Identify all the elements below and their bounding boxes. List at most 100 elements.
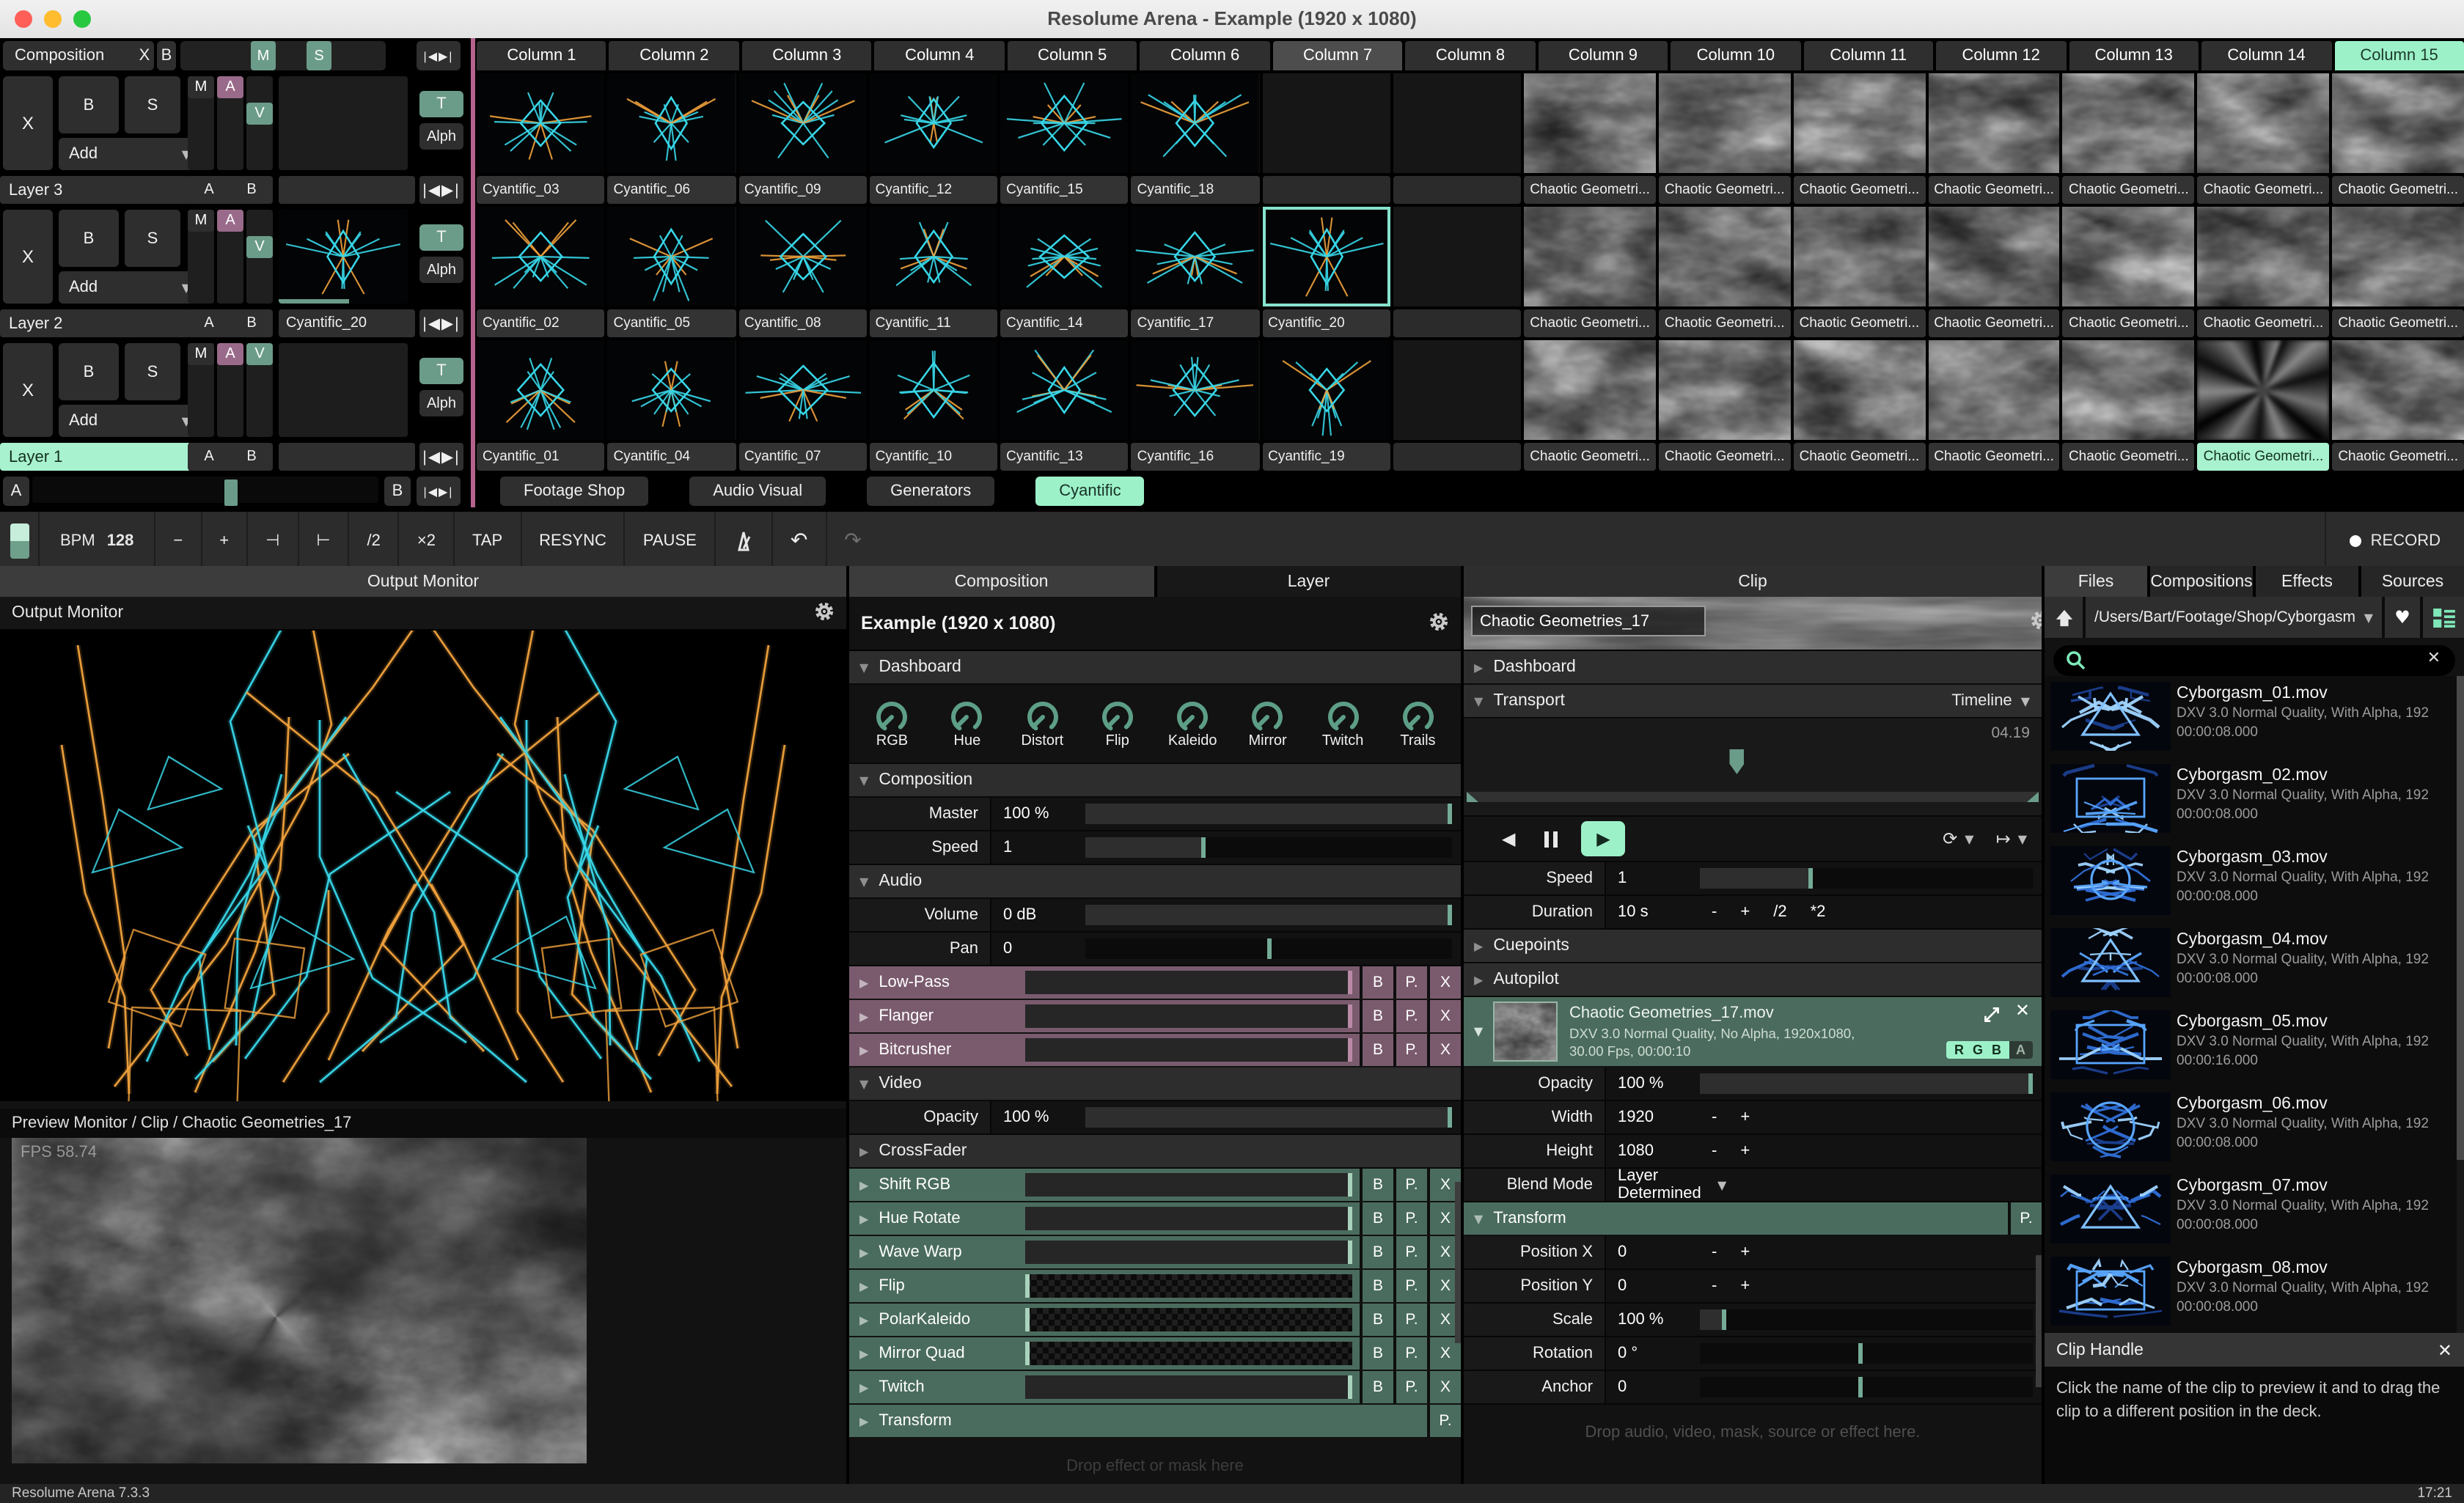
- clip-cell[interactable]: Cyantific_17: [1131, 207, 1260, 337]
- effect-bypass-button[interactable]: B: [1363, 1000, 1393, 1032]
- clip-thumbnail[interactable]: [1928, 340, 2060, 440]
- stepper-button[interactable]: +: [1740, 1109, 1750, 1126]
- layer-skip-buttons[interactable]: |◀▶|: [419, 443, 463, 471]
- tap-tempo-button[interactable]: TAP: [453, 512, 520, 569]
- clip-thumbnail[interactable]: [607, 207, 736, 306]
- composition-bypass-button[interactable]: B: [157, 41, 176, 70]
- slider-handle[interactable]: [1448, 1107, 1452, 1128]
- beat-nudge-up-button[interactable]: ⊢: [297, 512, 348, 569]
- slider-handle[interactable]: [1025, 1342, 1030, 1365]
- slider-handle[interactable]: [1348, 1038, 1352, 1062]
- clip-cell[interactable]: Chaotic Geometri...: [1658, 73, 1791, 204]
- effect-preset-button[interactable]: P.: [1396, 1304, 1427, 1336]
- clip-label[interactable]: Cyantific_08: [738, 309, 867, 337]
- stepper-button[interactable]: -: [1712, 903, 1717, 921]
- layer-clear-button[interactable]: X: [3, 210, 53, 304]
- clip-cell[interactable]: Cyantific_19: [1262, 340, 1390, 471]
- slider-handle[interactable]: [1858, 1377, 1863, 1397]
- clip-label[interactable]: Chaotic Geometri...: [2197, 443, 2330, 471]
- clip-thumbnail[interactable]: [2062, 73, 2195, 173]
- layer-bypass-button[interactable]: B: [59, 210, 119, 267]
- param-value[interactable]: 0: [991, 933, 1085, 965]
- column-header[interactable]: Column 13: [2069, 41, 2199, 70]
- slider-handle[interactable]: [2028, 1073, 2033, 1094]
- effect-bypass-button[interactable]: B: [1363, 1371, 1393, 1403]
- clip-thumbnail[interactable]: [2197, 207, 2330, 306]
- clip-cell[interactable]: Chaotic Geometri...: [1928, 207, 2060, 337]
- layer-transition-toggle[interactable]: T: [419, 91, 463, 117]
- clip-label[interactable]: Cyantific_04: [607, 443, 736, 471]
- stepper-button[interactable]: +: [1740, 1277, 1750, 1295]
- clip-thumbnail[interactable]: [1131, 73, 1260, 173]
- clip-label[interactable]: Chaotic Geometri...: [1793, 176, 1926, 204]
- param-value[interactable]: 0: [1606, 1270, 1700, 1302]
- layer-name[interactable]: Layer 2: [0, 309, 191, 337]
- section-header-audio[interactable]: ▼ Audio: [849, 865, 1461, 899]
- layer-transition-toggle[interactable]: T: [419, 224, 463, 251]
- composition-master-toggle[interactable]: M: [251, 41, 276, 70]
- slider-handle[interactable]: [1448, 804, 1452, 824]
- layer-bypass-button[interactable]: B: [59, 76, 119, 133]
- clip-cell[interactable]: Cyantific_13: [1000, 340, 1129, 471]
- column-header[interactable]: Column 15: [2334, 41, 2464, 70]
- stepper-button[interactable]: *2: [1811, 903, 1826, 921]
- slider-handle[interactable]: [1025, 1274, 1030, 1298]
- layer-solo-button[interactable]: S: [125, 343, 180, 400]
- clip-thumbnail[interactable]: [1928, 207, 2060, 306]
- effect-preset-button[interactable]: P.: [1396, 1236, 1427, 1268]
- param-slider[interactable]: [1085, 804, 1452, 824]
- param-value[interactable]: 0 °: [1606, 1337, 1700, 1370]
- param-slider[interactable]: [1700, 1377, 2033, 1397]
- clip-thumbnail[interactable]: [1262, 207, 1390, 306]
- composition-scrollbar[interactable]: [1455, 1182, 1461, 1343]
- layer-video-toggle[interactable]: V: [246, 343, 273, 365]
- composition-skip-buttons[interactable]: |◀ ▶|: [417, 41, 461, 70]
- clip-label[interactable]: Chaotic Geometri...: [1524, 309, 1656, 337]
- files-tab-effects[interactable]: Effects: [2256, 566, 2358, 597]
- gear-icon[interactable]: [814, 600, 835, 625]
- clip-label[interactable]: Cyantific_12: [869, 176, 998, 204]
- param-slider[interactable]: [1700, 1073, 2033, 1094]
- layer-audio-toggle[interactable]: A: [217, 210, 243, 232]
- clip-thumbnail[interactable]: [1000, 340, 1129, 440]
- beat-indicator[interactable]: [0, 512, 38, 569]
- param-value[interactable]: 100 %: [1606, 1067, 1700, 1100]
- section-header-dashboard[interactable]: ▼ Dashboard: [849, 651, 1461, 685]
- param-slider[interactable]: [1085, 837, 1452, 858]
- param-slider[interactable]: [1700, 1343, 2033, 1364]
- layer-active-clip[interactable]: [279, 76, 408, 170]
- column-header[interactable]: Column 10: [1671, 41, 1801, 70]
- clip-label[interactable]: Cyantific_02: [477, 309, 605, 337]
- section-header-transport[interactable]: ▼ Transport Timeline ▼: [1464, 685, 2042, 719]
- stepper-button[interactable]: +: [1740, 903, 1750, 921]
- section-header-cuepoints[interactable]: ▶ Cuepoints: [1464, 930, 2042, 963]
- column-header[interactable]: Column 6: [1140, 41, 1270, 70]
- clip-thumbnail[interactable]: [1524, 73, 1656, 173]
- timeline-track[interactable]: [1467, 792, 2039, 802]
- effect-main[interactable]: ▶ Mirror Quad: [849, 1337, 1360, 1370]
- param-value[interactable]: 0: [1606, 1371, 1700, 1403]
- clip-label[interactable]: [1393, 309, 1522, 337]
- clear-search-icon[interactable]: ✕: [2427, 647, 2441, 666]
- param-slider[interactable]: [1700, 1309, 2033, 1330]
- clip-cell[interactable]: Chaotic Geometri...: [1793, 340, 1926, 471]
- clip-label[interactable]: Chaotic Geometri...: [1658, 309, 1791, 337]
- layer-crossfader-assign[interactable]: AB: [188, 309, 273, 337]
- clip-thumbnail[interactable]: [1393, 207, 1522, 306]
- slider-handle[interactable]: [1348, 1375, 1352, 1399]
- column-header[interactable]: Column 1: [477, 41, 606, 70]
- effect-main[interactable]: ▶ Flanger: [849, 1000, 1360, 1032]
- effect-main[interactable]: ▶ Shift RGB: [849, 1169, 1360, 1201]
- slider-handle[interactable]: [1858, 1343, 1863, 1364]
- files-tab-files[interactable]: Files: [2045, 566, 2147, 597]
- stepper-button[interactable]: -: [1712, 1243, 1717, 1261]
- clip-label[interactable]: Cyantific_19: [1262, 443, 1390, 471]
- effect-close-button[interactable]: X: [1430, 1034, 1461, 1066]
- section-header-clip-dashboard[interactable]: ▶ Dashboard: [1464, 651, 2042, 685]
- clip-thumbnail[interactable]: [2062, 340, 2195, 440]
- layer-clear-button[interactable]: X: [3, 76, 53, 170]
- slider-handle[interactable]: [1201, 837, 1206, 858]
- clip-label[interactable]: Cyantific_01: [477, 443, 605, 471]
- clip-label[interactable]: Chaotic Geometri...: [2332, 309, 2464, 337]
- effect-slider[interactable]: [1025, 1004, 1352, 1028]
